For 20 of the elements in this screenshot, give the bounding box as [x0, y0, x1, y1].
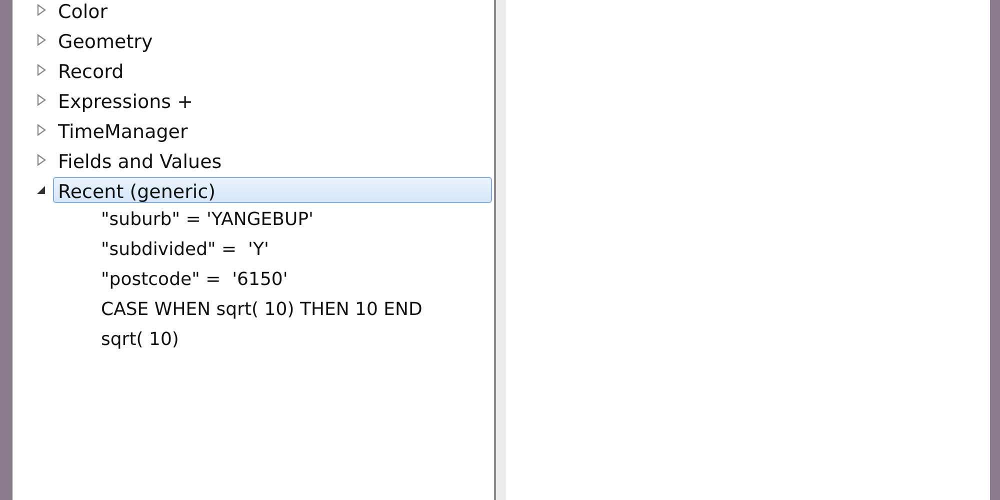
tree-item[interactable]: sqrt( 10): [101, 325, 494, 355]
expand-icon[interactable]: [35, 34, 47, 46]
tree-item[interactable]: "suburb" = 'YANGEBUP': [101, 205, 494, 235]
expand-icon[interactable]: [35, 4, 47, 16]
tree-item[interactable]: Fields and Values: [53, 147, 227, 173]
tree-item[interactable]: Geometry: [53, 27, 158, 53]
expand-icon[interactable]: [35, 64, 47, 76]
tree-item[interactable]: Expressions +: [53, 87, 198, 113]
tree-item[interactable]: Recent (generic): [53, 177, 492, 203]
expand-icon[interactable]: [35, 94, 47, 106]
expand-icon[interactable]: [35, 154, 47, 166]
tree-item[interactable]: Color: [53, 0, 113, 23]
splitter-handle[interactable]: [496, 0, 506, 500]
tree-item[interactable]: CASE WHEN sqrt( 10) THEN 10 END: [101, 295, 494, 325]
collapse-icon[interactable]: [35, 184, 47, 196]
expand-icon[interactable]: [35, 124, 47, 136]
tree-item[interactable]: TimeManager: [53, 117, 193, 143]
tree-item[interactable]: "postcode" = '6150': [101, 265, 494, 295]
tree-item[interactable]: Record: [53, 57, 129, 83]
tree-item[interactable]: "subdivided" = 'Y': [101, 235, 494, 265]
